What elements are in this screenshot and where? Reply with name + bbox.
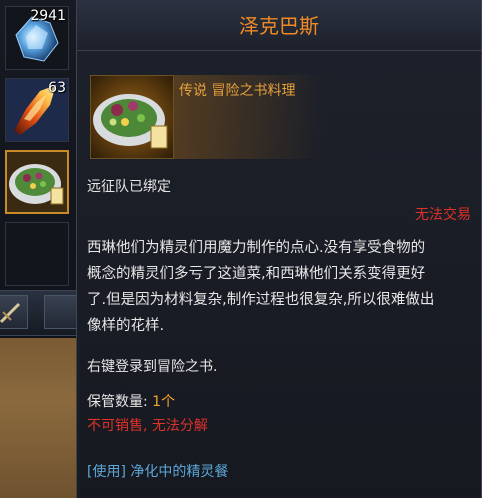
register-hint: 右键登录到冒险之书.: [87, 359, 218, 375]
hotbar-skill-button[interactable]: [0, 295, 28, 329]
inventory-slot-salad-plate[interactable]: [5, 150, 69, 214]
storage-value: 1个: [152, 394, 176, 410]
game-world-ground: [0, 338, 80, 498]
item-tooltip: 泽克巴斯 传说 冒险之书料理 远征队已绑定 无法交易 西琳他们为精灵们用魔力制作…: [76, 0, 482, 498]
sword-icon: [0, 302, 21, 324]
binding-status: 远征队已绑定: [87, 179, 171, 195]
disassemble-restriction: 无法分解: [151, 418, 208, 434]
storage-label: 保管数量:: [87, 394, 153, 410]
inventory-slot-flame-crystal[interactable]: 63: [5, 78, 69, 142]
item-category: 传说 冒险之书料理: [179, 83, 296, 99]
hotbar-slot-button[interactable]: [44, 295, 78, 329]
salad-plate-icon: [93, 94, 168, 149]
description-line: 概念的精灵们多亏了这道菜,和西琳他们关系变得更好: [87, 266, 426, 282]
use-tag: [使用]: [87, 464, 126, 480]
storage-quantity: 保管数量: 1个: [87, 391, 175, 411]
hotbar: [0, 290, 80, 336]
item-icon-frame: [90, 75, 174, 159]
description-line: 西琳他们为精灵们用魔力制作的点心.没有享受食物的: [87, 240, 426, 256]
item-restrictions: 不可销售, 无法分解: [87, 415, 208, 435]
use-effect-text: 净化中的精灵餐: [125, 464, 229, 480]
use-effect: [使用] 净化中的精灵餐: [87, 461, 228, 481]
trade-status: 无法交易: [415, 207, 471, 223]
inventory-slot-crystal[interactable]: 2941: [5, 6, 69, 70]
item-name: 泽克巴斯: [239, 14, 319, 38]
salad-plate-icon: [7, 152, 67, 212]
sell-restriction: 不可销售,: [87, 418, 152, 434]
description-line: 了.但是因为材料复杂,制作过程也很复杂,所以很难做出: [87, 292, 435, 308]
slot-count: 2941: [30, 8, 66, 24]
tooltip-title-bar: 泽克巴斯: [77, 0, 481, 51]
description-line: 像样的花样.: [87, 318, 165, 334]
inventory-slot-empty[interactable]: [5, 222, 69, 286]
item-description: 西琳他们为精灵们用魔力制作的点心.没有享受食物的 概念的精灵们多亏了这道菜,和西…: [87, 235, 472, 339]
slot-count: 63: [48, 80, 66, 96]
